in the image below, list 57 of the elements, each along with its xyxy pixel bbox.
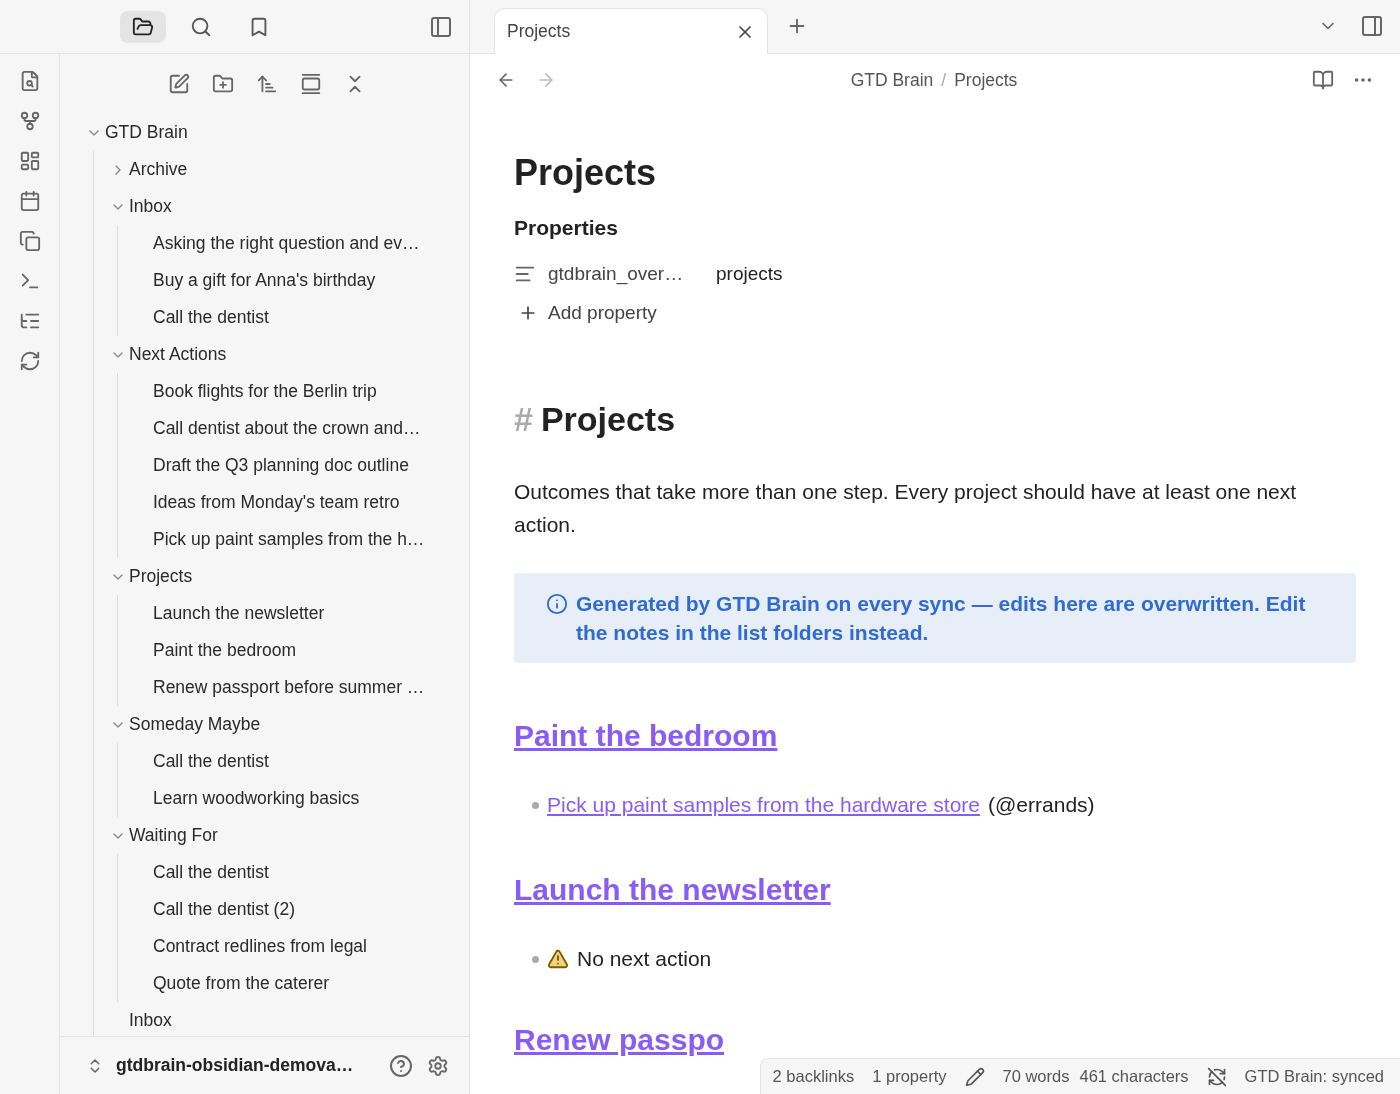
breadcrumb-separator: / xyxy=(941,69,947,91)
item-text: No next action xyxy=(577,947,712,971)
breadcrumb-item[interactable]: Projects xyxy=(954,69,1018,91)
character-count: 461 characters xyxy=(1079,1067,1189,1086)
note-item[interactable]: Contract redlines from legal xyxy=(130,928,469,965)
note-item[interactable]: Call dentist about the crown and… xyxy=(130,410,469,447)
folder-item[interactable]: GTD Brain xyxy=(82,114,469,151)
note-item[interactable]: Buy a gift for Anna's birthday xyxy=(130,262,469,299)
properties-heading: Properties xyxy=(514,216,619,240)
folder-item[interactable]: Archive xyxy=(106,151,469,188)
item-text: (@errands) xyxy=(988,793,1095,817)
note-item[interactable]: Asking the right question and ev… xyxy=(130,225,469,262)
property-count[interactable]: 1 property xyxy=(872,1067,947,1086)
pencil-icon[interactable] xyxy=(964,1066,985,1087)
sync-status[interactable]: GTD Brain: synced xyxy=(1244,1067,1384,1086)
info-icon xyxy=(546,593,568,615)
note-link[interactable]: Pick up paint samples from the hardware store xyxy=(547,793,981,817)
folder-item[interactable]: Someday Maybe xyxy=(106,706,469,743)
note-item[interactable]: Pick up paint samples from the h… xyxy=(130,521,469,558)
note-item[interactable]: Paint the bedroom xyxy=(130,632,469,669)
bullet xyxy=(532,955,539,963)
note-item[interactable]: Call the dentist xyxy=(130,299,469,336)
folder-item[interactable]: Inbox xyxy=(106,188,469,225)
note-item[interactable]: Call the dentist xyxy=(130,743,469,780)
property-key[interactable]: gtdbrain_over… xyxy=(548,263,704,285)
tab[interactable]: Projects xyxy=(494,8,768,54)
breadcrumb-item[interactable]: GTD Brain xyxy=(850,69,934,91)
note-item[interactable]: Ideas from Monday's team retro xyxy=(130,484,469,521)
word-count: 70 words xyxy=(1002,1067,1070,1086)
property-value[interactable]: projects xyxy=(716,263,783,285)
paragraph: Outcomes that take more than one step. Every project should have at least one next action. xyxy=(514,479,1298,538)
note-title: Projects xyxy=(514,152,658,194)
warning-icon xyxy=(547,948,569,970)
note-item[interactable]: Call the dentist (2) xyxy=(130,891,469,928)
heading-link[interactable]: Paint the bedroom xyxy=(514,719,778,753)
vault-name[interactable]: gtdbrain-obsidian-demova… xyxy=(116,1055,377,1076)
heading: Projects xyxy=(540,400,676,439)
sync-off-icon[interactable] xyxy=(1206,1066,1227,1087)
folder-icon[interactable] xyxy=(120,10,166,43)
note-item[interactable]: Learn woodworking basics xyxy=(130,780,469,817)
note-item[interactable]: Renew passport before summer … xyxy=(130,669,469,706)
heading-link[interactable]: Renew passpo xyxy=(514,1023,725,1057)
heading-link[interactable]: Launch the newsletter xyxy=(514,873,831,907)
add-property-button[interactable]: Add property xyxy=(514,294,661,332)
note-item[interactable]: Call the dentist xyxy=(130,854,469,891)
heading-mark: # xyxy=(514,400,533,439)
note-item[interactable]: Book flights for the Berlin trip xyxy=(130,373,469,410)
folder-item[interactable]: Waiting For xyxy=(106,817,469,854)
note-item[interactable]: Quote from the caterer xyxy=(130,965,469,1002)
backlinks-count[interactable]: 2 backlinks xyxy=(772,1067,855,1086)
bullet xyxy=(532,801,539,809)
folder-item[interactable]: Next Actions xyxy=(106,336,469,373)
folder-item[interactable]: Projects xyxy=(106,558,469,595)
note-item[interactable]: Inbox xyxy=(106,1002,469,1036)
note-item[interactable]: Draft the Q3 planning doc outline xyxy=(130,447,469,484)
note-item[interactable]: Launch the newsletter xyxy=(130,595,469,632)
callout-text: Generated by GTD Brain on every sync — edits here are overwritten. Edit the notes in the list folders instead. xyxy=(576,591,1307,646)
